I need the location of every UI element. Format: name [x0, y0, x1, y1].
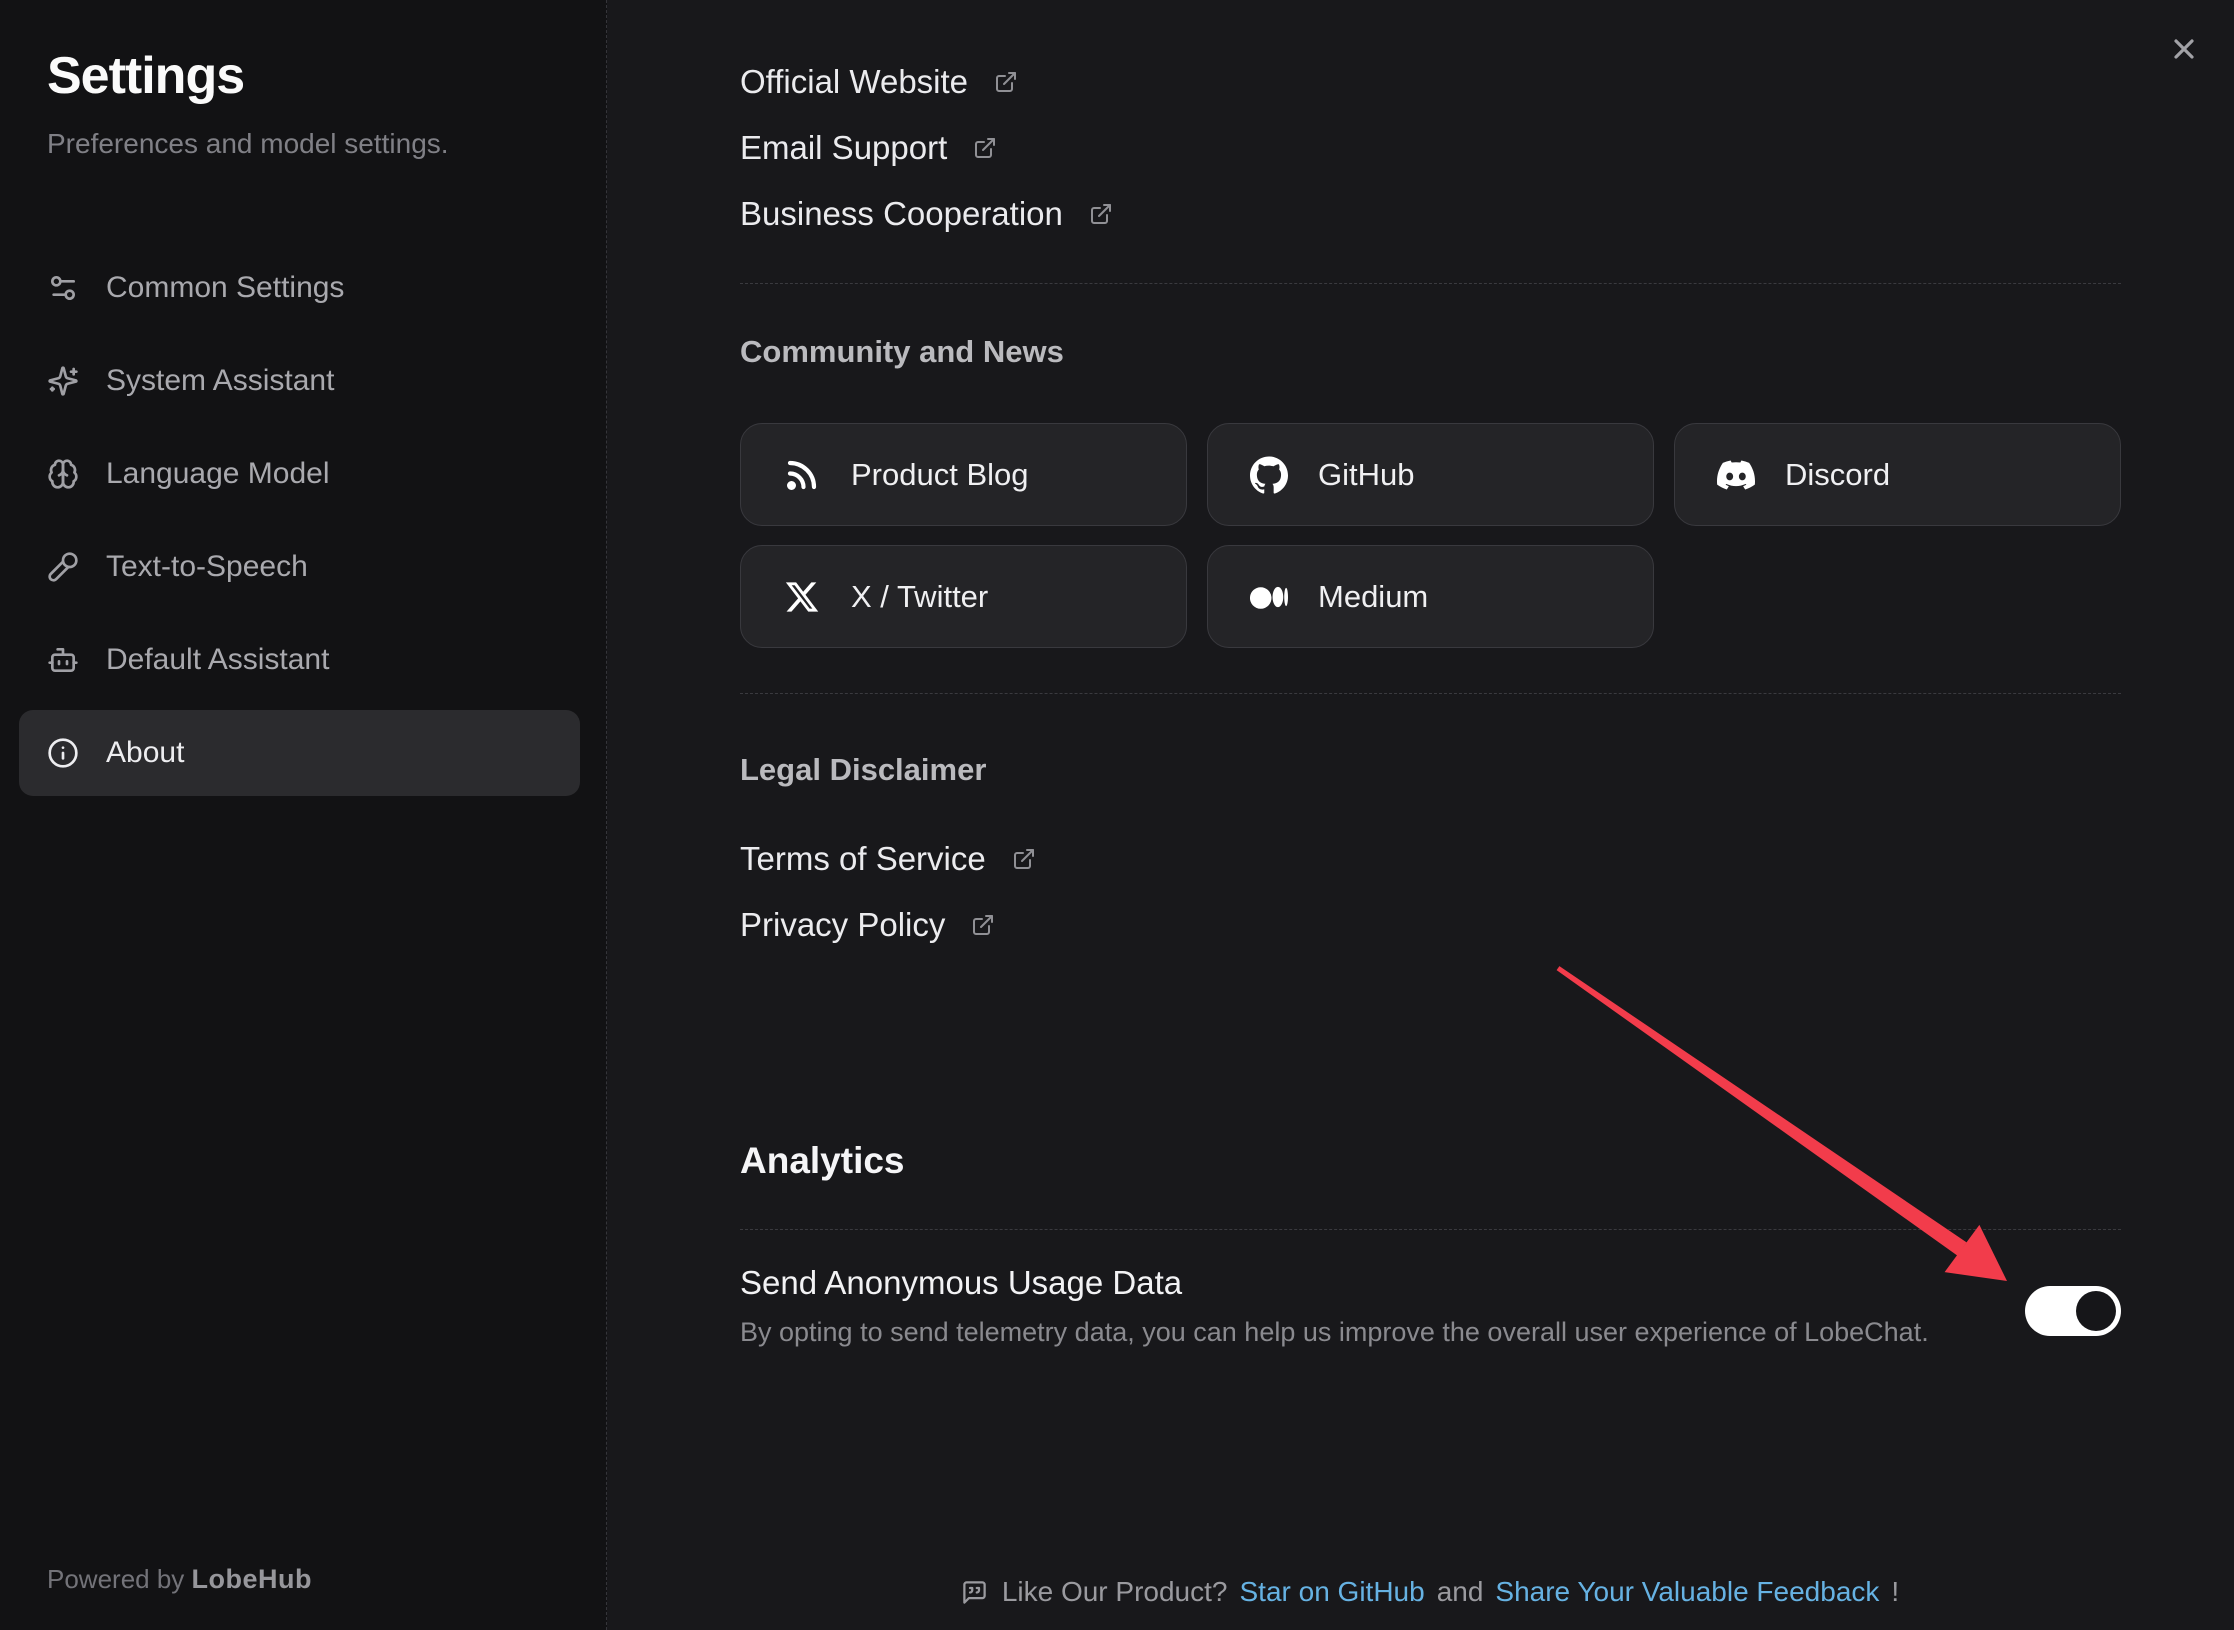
sidebar-item-default-assistant[interactable]: Default Assistant	[19, 617, 580, 703]
mic-icon	[47, 551, 79, 583]
page-subtitle: Preferences and model settings.	[47, 127, 606, 161]
powered-by: Powered by LobeHub	[47, 1561, 312, 1597]
section-divider	[740, 283, 2121, 284]
button-label: Discord	[1785, 457, 1890, 493]
contact-links: Official Website Email Support Business …	[740, 49, 2121, 247]
medium-button[interactable]: Medium	[1207, 545, 1654, 648]
close-icon	[2168, 33, 2200, 65]
sliders-icon	[47, 272, 79, 304]
sparkles-icon	[47, 365, 79, 397]
analytics-heading: Analytics	[740, 1139, 2121, 1183]
bot-icon	[47, 644, 79, 676]
star-on-github-link[interactable]: Star on GitHub	[1239, 1574, 1424, 1610]
sidebar-item-system-assistant[interactable]: System Assistant	[19, 338, 580, 424]
analytics-setting-row: Send Anonymous Usage Data By opting to s…	[740, 1260, 2121, 1350]
message-square-quote-icon	[961, 1579, 988, 1606]
product-blog-button[interactable]: Product Blog	[740, 423, 1187, 526]
x-twitter-icon	[783, 578, 821, 616]
sidebar-item-label: Language Model	[106, 457, 330, 491]
sidebar-item-label: Text-to-Speech	[106, 550, 308, 584]
section-divider	[740, 1229, 2121, 1230]
sidebar-item-about[interactable]: About	[19, 710, 580, 796]
link-label: Terms of Service	[740, 840, 986, 878]
settings-nav: Common Settings System Assistant Languag…	[0, 245, 606, 796]
privacy-policy-link[interactable]: Privacy Policy	[740, 892, 995, 958]
discord-button[interactable]: Discord	[1674, 423, 2121, 526]
footer-text: and	[1437, 1574, 1484, 1610]
feedback-footer: Like Our Product? Star on GitHub and Sha…	[740, 1574, 2120, 1610]
x-twitter-button[interactable]: X / Twitter	[740, 545, 1187, 648]
legal-links: Terms of Service Privacy Policy	[740, 826, 2121, 958]
section-divider	[740, 693, 2121, 694]
github-icon	[1250, 456, 1288, 494]
footer-text: !	[1891, 1574, 1899, 1610]
send-usage-data-toggle[interactable]	[2025, 1286, 2121, 1336]
toggle-knob	[2076, 1291, 2116, 1331]
button-label: GitHub	[1318, 457, 1414, 493]
page-title: Settings	[47, 45, 606, 107]
link-label: Official Website	[740, 63, 968, 101]
sidebar-item-common-settings[interactable]: Common Settings	[19, 245, 580, 331]
rss-icon	[783, 456, 821, 494]
external-link-icon	[1012, 847, 1036, 871]
terms-of-service-link[interactable]: Terms of Service	[740, 826, 1036, 892]
powered-by-text: Powered by	[47, 1564, 184, 1594]
settings-sidebar: Settings Preferences and model settings.…	[0, 0, 607, 1630]
sidebar-item-label: Common Settings	[106, 271, 344, 305]
link-label: Email Support	[740, 129, 947, 167]
discord-icon	[1717, 456, 1755, 494]
share-feedback-link[interactable]: Share Your Valuable Feedback	[1495, 1574, 1879, 1610]
sidebar-item-label: Default Assistant	[106, 643, 329, 677]
setting-texts: Send Anonymous Usage Data By opting to s…	[740, 1260, 1929, 1350]
legal-heading: Legal Disclaimer	[740, 752, 2121, 788]
external-link-icon	[971, 913, 995, 937]
github-button[interactable]: GitHub	[1207, 423, 1654, 526]
community-heading: Community and News	[740, 334, 2121, 370]
brain-icon	[47, 458, 79, 490]
sidebar-item-language-model[interactable]: Language Model	[19, 431, 580, 517]
setting-label: Send Anonymous Usage Data	[740, 1260, 1929, 1306]
sidebar-item-label: System Assistant	[106, 364, 334, 398]
external-link-icon	[973, 136, 997, 160]
setting-description: By opting to send telemetry data, you ca…	[740, 1314, 1929, 1350]
close-button[interactable]	[2163, 28, 2205, 70]
external-link-icon	[1089, 202, 1113, 226]
link-label: Privacy Policy	[740, 906, 945, 944]
info-icon	[47, 737, 79, 769]
lobehub-brand[interactable]: LobeHub	[192, 1564, 312, 1594]
medium-icon	[1250, 578, 1288, 616]
official-website-link[interactable]: Official Website	[740, 49, 1018, 115]
external-link-icon	[994, 70, 1018, 94]
community-buttons: Product Blog GitHub Discord X / Twitter	[740, 423, 2121, 648]
email-support-link[interactable]: Email Support	[740, 115, 997, 181]
link-label: Business Cooperation	[740, 195, 1063, 233]
contact-us-heading: Contact Us	[740, 0, 2121, 4]
business-cooperation-link[interactable]: Business Cooperation	[740, 181, 1113, 247]
sidebar-item-label: About	[106, 736, 184, 770]
about-panel: Contact Us Official Website Email Suppor…	[607, 0, 2234, 1630]
button-label: Product Blog	[851, 457, 1029, 493]
button-label: X / Twitter	[851, 579, 988, 615]
footer-text: Like Our Product?	[1002, 1574, 1228, 1610]
button-label: Medium	[1318, 579, 1428, 615]
sidebar-item-text-to-speech[interactable]: Text-to-Speech	[19, 524, 580, 610]
